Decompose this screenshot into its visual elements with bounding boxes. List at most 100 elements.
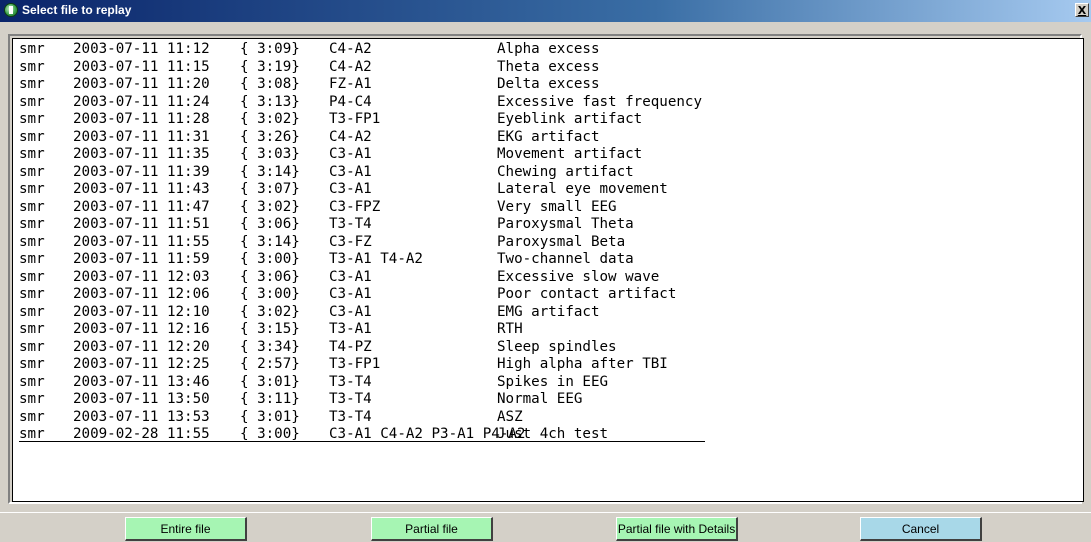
file-duration-cell: { 3:09} <box>240 41 300 57</box>
file-row[interactable]: smr 2003-07-11 13:50 { 3:11} T3-T4 Normal EE… <box>13 391 1083 408</box>
file-channels-cell: C3-A1 <box>329 268 372 285</box>
file-row[interactable]: smr 2003-07-11 13:53 { 3:01} T3-T4 ASZ <box>13 409 1083 426</box>
file-datetime-cell: 2003-07-11 11:24 <box>73 93 210 110</box>
file-duration-cell: { 3:00} <box>240 426 300 442</box>
file-duration-cell: { 3:06} <box>240 216 300 232</box>
select-file-dialog: Select file to replay X smr 2003-07-11 11… <box>0 0 1091 542</box>
file-type-cell: smr <box>19 41 45 57</box>
file-datetime-cell: 2003-07-11 11:43 <box>73 181 210 197</box>
file-description-cell: EKG artifact <box>497 128 600 145</box>
partial-file-button[interactable]: Partial file <box>371 517 493 541</box>
file-datetime-cell: 2003-07-11 11:12 <box>73 41 210 57</box>
file-row[interactable]: smr 2003-07-11 11:35 { 3:03} C3-A1 Movement … <box>13 146 1083 163</box>
file-duration-cell: { 3:08} <box>240 76 300 92</box>
file-type-cell: smr <box>19 128 45 145</box>
app-icon <box>4 3 18 17</box>
file-channels-cell: C3-A1 <box>329 286 372 302</box>
file-row[interactable]: smr 2003-07-11 11:47 { 3:02} C3-FPZ Very sma… <box>13 199 1083 216</box>
file-row[interactable]: smr 2009-02-28 11:55 { 3:00} C3-A1 C4-A2 P3… <box>13 426 1083 443</box>
file-description-cell: Paroxysmal Theta <box>497 216 634 232</box>
file-row[interactable]: smr 2003-07-11 11:24 { 3:13} P4-C4 Excessive… <box>13 94 1083 111</box>
file-channels-cell: C3-A1 <box>329 181 372 197</box>
file-channels-cell: C4-A2 <box>329 128 372 145</box>
file-channels-cell: C3-FZ <box>329 233 372 250</box>
file-row[interactable]: smr 2003-07-11 11:51 { 3:06} T3-T4 Paroxysma… <box>13 216 1083 233</box>
file-row[interactable]: smr 2003-07-11 11:43 { 3:07} C3-A1 Lateral e… <box>13 181 1083 198</box>
file-duration-cell: { 3:06} <box>240 268 300 285</box>
file-row[interactable]: smr 2003-07-11 11:39 { 3:14} C3-A1 Chewing a… <box>13 164 1083 181</box>
title-bar[interactable]: Select file to replay X <box>0 0 1091 22</box>
file-channels-cell: T3-T4 <box>329 373 372 390</box>
file-row[interactable]: smr 2003-07-11 12:20 { 3:34} T4-PZ Sleep spi… <box>13 339 1083 356</box>
file-description-cell: Theta excess <box>497 58 600 75</box>
file-type-cell: smr <box>19 198 45 215</box>
entire-file-button[interactable]: Entire file <box>125 517 247 541</box>
file-channels-cell: C3-A1 <box>329 163 372 180</box>
file-type-cell: smr <box>19 146 45 162</box>
file-description-cell: Sleep spindles <box>497 338 617 355</box>
file-row[interactable]: smr 2003-07-11 11:55 { 3:14} C3-FZ Paroxysma… <box>13 234 1083 251</box>
file-datetime-cell: 2003-07-11 12:06 <box>73 286 210 302</box>
file-row[interactable]: smr 2003-07-11 11:59 { 3:00} T3-A1 T4-A2 Two… <box>13 251 1083 268</box>
file-type-cell: smr <box>19 408 45 425</box>
file-type-cell: smr <box>19 58 45 75</box>
file-duration-cell: { 3:07} <box>240 181 300 197</box>
window-title: Select file to replay <box>22 3 132 17</box>
file-duration-cell: { 3:01} <box>240 408 300 425</box>
file-type-cell: smr <box>19 233 45 250</box>
file-datetime-cell: 2003-07-11 13:50 <box>73 391 210 407</box>
file-row[interactable]: smr 2003-07-11 11:31 { 3:26} C4-A2 EKG artif… <box>13 129 1083 146</box>
file-duration-cell: { 3:00} <box>240 251 300 267</box>
file-channels-cell: T3-T4 <box>329 216 372 232</box>
file-datetime-cell: 2003-07-11 11:55 <box>73 233 210 250</box>
file-row[interactable]: smr 2003-07-11 11:20 { 3:08} FZ-A1 Delta exc… <box>13 76 1083 93</box>
file-type-cell: smr <box>19 76 45 92</box>
file-duration-cell: { 3:02} <box>240 198 300 215</box>
file-description-cell: Excessive fast frequency <box>497 93 702 110</box>
file-duration-cell: { 3:15} <box>240 321 300 337</box>
file-channels-cell: C4-A2 <box>329 58 372 75</box>
partial-file-details-button[interactable]: Partial file with Details <box>616 517 738 541</box>
file-duration-cell: { 3:14} <box>240 233 300 250</box>
file-description-cell: Two-channel data <box>497 251 634 267</box>
file-row[interactable]: smr 2003-07-11 11:28 { 3:02} T3-FP1 Eyeblink… <box>13 111 1083 128</box>
file-channels-cell: C3-A1 <box>329 303 372 320</box>
file-type-cell: smr <box>19 163 45 180</box>
cancel-button[interactable]: Cancel <box>860 517 982 541</box>
file-channels-cell: T3-A1 <box>329 321 372 337</box>
file-duration-cell: { 3:01} <box>240 373 300 390</box>
file-datetime-cell: 2003-07-11 12:25 <box>73 356 210 372</box>
file-datetime-cell: 2003-07-11 11:28 <box>73 111 210 127</box>
file-description-cell: Spikes in EEG <box>497 373 609 390</box>
file-row[interactable]: smr 2003-07-11 12:10 { 3:02} C3-A1 EMG artif… <box>13 304 1083 321</box>
file-description-cell: EMG artifact <box>497 303 600 320</box>
file-row[interactable]: smr 2003-07-11 11:12 { 3:09} C4-A2 Alpha exc… <box>13 41 1083 58</box>
file-channels-cell: T3-A1 T4-A2 <box>329 251 423 267</box>
file-description-cell: Movement artifact <box>497 146 643 162</box>
button-bar: Entire file Partial file Partial file wi… <box>0 512 1091 542</box>
file-datetime-cell: 2003-07-11 13:46 <box>73 373 210 390</box>
file-channels-cell: T3-FP1 <box>329 111 381 127</box>
file-row[interactable]: smr 2003-07-11 12:25 { 2:57} T3-FP1 High alp… <box>13 356 1083 373</box>
file-datetime-cell: 2003-07-11 12:10 <box>73 303 210 320</box>
close-button[interactable]: X <box>1075 3 1089 17</box>
file-description-cell: Lateral eye movement <box>497 181 668 197</box>
file-list[interactable]: smr 2003-07-11 11:12 { 3:09} C4-A2 Alpha exc… <box>12 38 1084 502</box>
file-datetime-cell: 2003-07-11 12:03 <box>73 268 210 285</box>
file-datetime-cell: 2003-07-11 11:59 <box>73 251 210 267</box>
file-type-cell: smr <box>19 356 45 372</box>
file-description-cell: Poor contact artifact <box>497 286 677 302</box>
file-channels-cell: T3-FP1 <box>329 356 381 372</box>
file-type-cell: smr <box>19 391 45 407</box>
file-row[interactable]: smr 2003-07-11 11:15 { 3:19} C4-A2 Theta exc… <box>13 59 1083 76</box>
file-description-cell: Eyeblink artifact <box>497 111 643 127</box>
file-row[interactable]: smr 2003-07-11 12:06 { 3:00} C3-A1 Poor cont… <box>13 286 1083 303</box>
file-row[interactable]: smr 2003-07-11 13:46 { 3:01} T3-T4 Spikes in… <box>13 374 1083 391</box>
file-row[interactable]: smr 2003-07-11 12:03 { 3:06} C3-A1 Excessive… <box>13 269 1083 286</box>
file-row[interactable]: smr 2003-07-11 12:16 { 3:15} T3-A1 RTH <box>13 321 1083 338</box>
file-channels-cell: C4-A2 <box>329 41 372 57</box>
file-duration-cell: { 3:34} <box>240 338 300 355</box>
file-description-cell: Normal EEG <box>497 391 583 407</box>
file-channels-cell: P4-C4 <box>329 93 372 110</box>
file-type-cell: smr <box>19 251 45 267</box>
